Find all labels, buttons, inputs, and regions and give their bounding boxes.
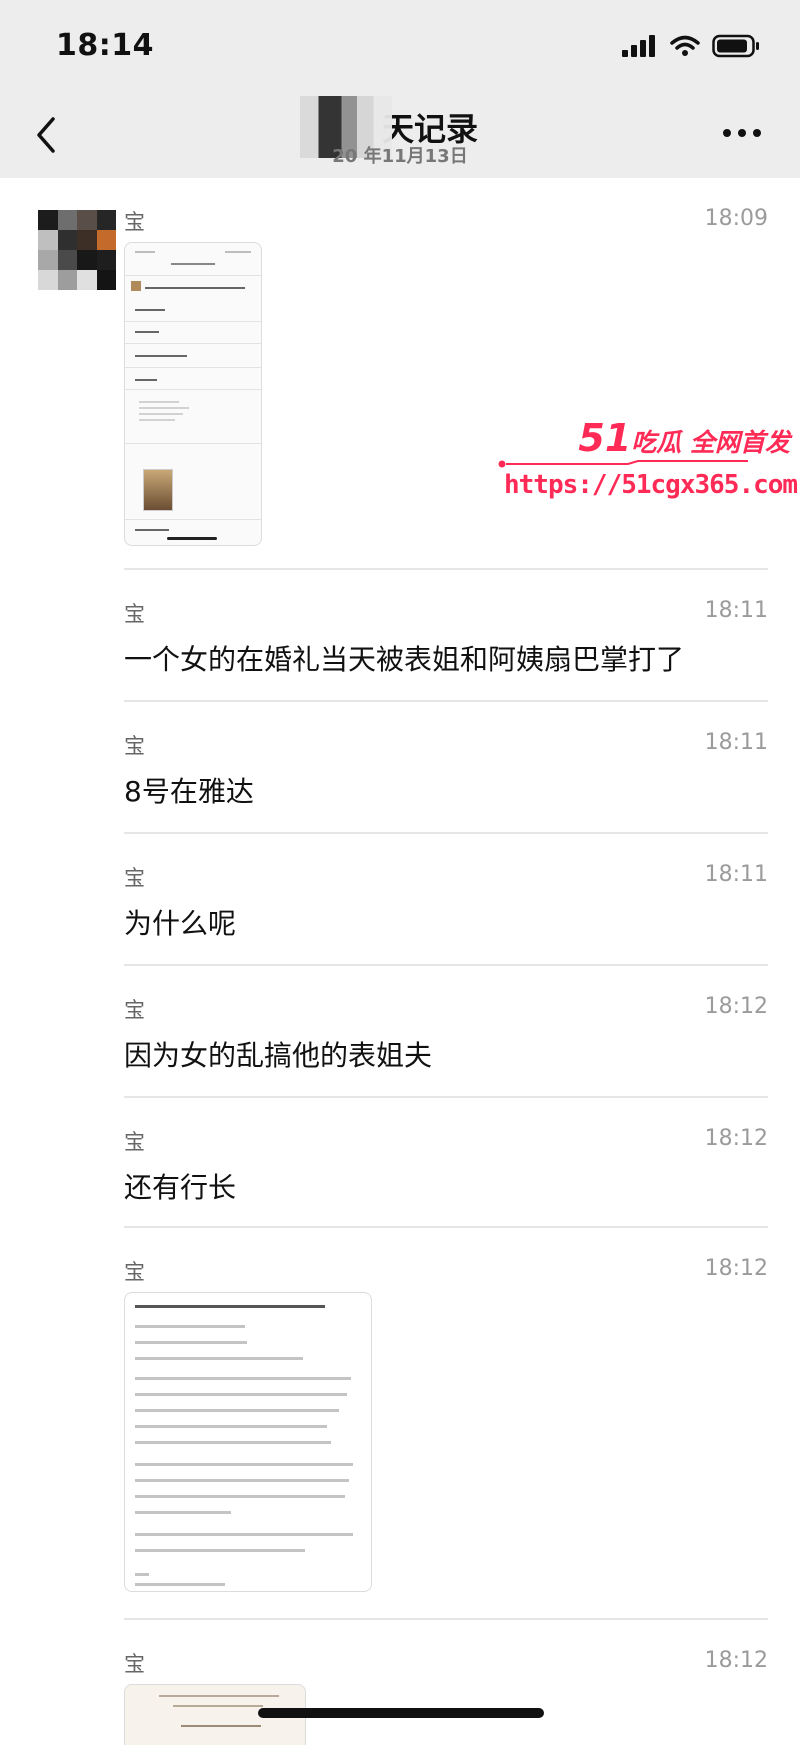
message-time: 18:11 xyxy=(704,862,768,887)
message-time: 18:12 xyxy=(704,994,768,1019)
message-item: 宝 18:11 一个女的在婚礼当天被表姐和阿姨扇巴掌打了 xyxy=(124,598,768,688)
more-options-button[interactable] xyxy=(720,118,764,148)
status-bar-time: 18:14 xyxy=(56,28,154,63)
message-sender: 宝 xyxy=(124,1130,145,1154)
watermark-url: https://51cgx365.com xyxy=(504,470,798,500)
message-item: 宝 18:12 xyxy=(124,1256,768,1596)
message-sender: 宝 xyxy=(124,1260,145,1284)
message-text: 因为女的乱搞他的表姐夫 xyxy=(124,1039,433,1072)
message-time: 18:09 xyxy=(704,206,768,231)
cellular-signal-icon xyxy=(622,35,655,57)
watermark-swoosh xyxy=(498,460,748,468)
watermark: 51吃瓜 全网首发 https://51cgx365.com xyxy=(498,416,798,512)
message-item: 宝 18:12 还有行长 xyxy=(124,1126,768,1216)
message-item: 宝 18:12 xyxy=(124,1648,768,1745)
message-time: 18:11 xyxy=(704,598,768,623)
message-divider xyxy=(124,700,768,702)
message-text: 还有行长 xyxy=(124,1171,237,1204)
message-time: 18:12 xyxy=(704,1126,768,1151)
message-text: 一个女的在婚礼当天被表姐和阿姨扇巴掌打了 xyxy=(124,643,685,676)
message-sender: 宝 xyxy=(124,602,145,626)
message-sender: 宝 xyxy=(124,734,145,758)
message-item: 宝 18:11 8号在雅达 xyxy=(124,730,768,820)
avatar[interactable] xyxy=(38,210,116,290)
message-divider xyxy=(124,1226,768,1228)
message-divider xyxy=(124,568,768,570)
message-divider xyxy=(124,1096,768,1098)
image-attachment[interactable] xyxy=(124,1292,372,1592)
message-item: 宝 18:11 为什么呢 xyxy=(124,862,768,952)
page-subtitle-date: 20 年11月13日 xyxy=(332,146,468,167)
message-time: 18:12 xyxy=(704,1256,768,1281)
more-dots-icon xyxy=(723,129,761,137)
battery-icon xyxy=(712,34,759,58)
message-divider xyxy=(124,964,768,966)
message-time: 18:12 xyxy=(704,1648,768,1673)
wifi-icon xyxy=(670,35,700,56)
message-divider xyxy=(124,832,768,834)
home-indicator[interactable] xyxy=(258,1708,544,1718)
message-time: 18:11 xyxy=(704,730,768,755)
watermark-brand: 51吃瓜 全网首发 xyxy=(578,416,790,460)
message-text: 8号在雅达 xyxy=(124,775,254,808)
message-sender: 宝 xyxy=(124,998,145,1022)
watermark-brand-text: 吃瓜 全网首发 xyxy=(631,428,790,457)
message-sender: 宝 xyxy=(124,1652,145,1676)
message-text: 为什么呢 xyxy=(124,907,237,940)
message-sender: 宝 xyxy=(124,210,145,234)
image-attachment[interactable] xyxy=(124,242,262,546)
status-bar-icons xyxy=(622,34,760,58)
message-item: 宝 18:12 因为女的乱搞他的表姐夫 xyxy=(124,994,768,1084)
chat-history-header: 18:14 天记录 20 年11月13日 xyxy=(0,0,800,178)
message-divider xyxy=(124,1618,768,1620)
watermark-brand-number: 51 xyxy=(578,416,632,460)
message-sender: 宝 xyxy=(124,866,145,890)
